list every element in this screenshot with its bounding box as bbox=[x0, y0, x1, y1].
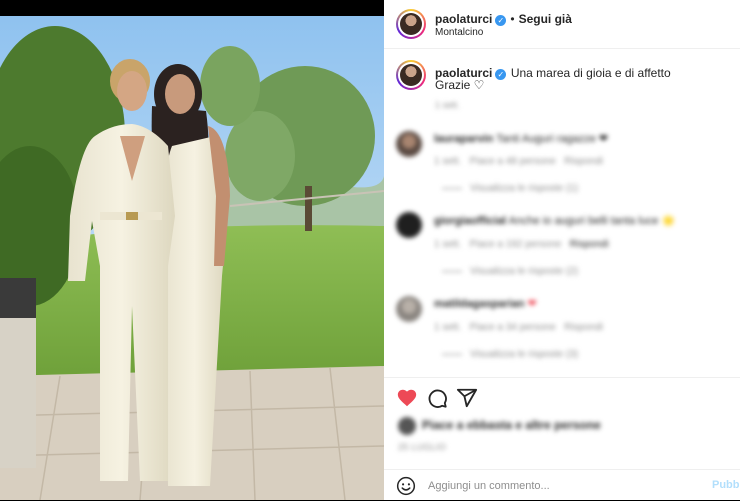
post-date: 25 LUGLIO bbox=[398, 442, 447, 452]
comment-time: 1 sett. bbox=[434, 322, 462, 333]
reply-button[interactable]: Rispondi bbox=[564, 156, 603, 167]
comment-avatar[interactable] bbox=[396, 212, 422, 238]
view-replies-button[interactable]: Visualizza le risposte (2) bbox=[470, 266, 578, 277]
comment-username[interactable]: matildagasparian bbox=[434, 298, 524, 310]
caption-avatar[interactable] bbox=[396, 60, 426, 90]
publish-button[interactable]: Pubbl bbox=[712, 479, 740, 491]
comment-text: Anche io auguri belli tanta luce 🌟 bbox=[508, 215, 676, 227]
caption-text: Una marea di gioia e di affetto bbox=[510, 66, 671, 80]
comment-time: 1 sett. bbox=[434, 239, 462, 250]
post-header: paolaturci ✓ • Segui già Montalcino bbox=[384, 0, 740, 49]
post-location[interactable]: Montalcino bbox=[435, 27, 483, 38]
add-comment-bar: Pubbl bbox=[384, 469, 740, 501]
separator-dot: • bbox=[510, 12, 515, 26]
comment-likes[interactable]: Piace a 34 persone bbox=[470, 322, 556, 333]
comment-likes[interactable]: Piace a 48 persone bbox=[470, 156, 556, 167]
comment-avatar[interactable] bbox=[396, 131, 422, 157]
comment-input[interactable] bbox=[426, 476, 710, 496]
likes-text: Piace a ebbasta e altre persone bbox=[422, 418, 601, 433]
reply-button[interactable]: Rispondi bbox=[570, 239, 609, 250]
author-avatar[interactable] bbox=[396, 9, 426, 39]
top-black-bar bbox=[0, 0, 384, 16]
caption-text-line2: Grazie ♡ bbox=[435, 78, 485, 92]
comment-item: matildagasparian ❤ 1 sett. Piace a 34 pe… bbox=[384, 293, 740, 369]
post-photo[interactable] bbox=[0, 16, 384, 500]
comment-username[interactable]: lauraparvin bbox=[434, 133, 493, 145]
verified-badge-icon: ✓ bbox=[495, 15, 507, 26]
comment-icon[interactable] bbox=[426, 387, 448, 409]
comment-time: 1 sett. bbox=[434, 156, 462, 167]
post-image bbox=[0, 16, 384, 500]
view-replies-button[interactable]: Visualizza le risposte (3) bbox=[470, 349, 578, 360]
comment-text: ❤ bbox=[527, 298, 537, 310]
view-replies-button[interactable]: Visualizza le risposte (1) bbox=[470, 183, 578, 194]
caption-time: 1 sett. bbox=[435, 100, 460, 110]
comment-avatar[interactable] bbox=[396, 296, 422, 322]
post-side-panel: paolaturci ✓ • Segui già Montalcino paolatu… bbox=[384, 0, 740, 500]
action-bar bbox=[384, 377, 740, 418]
comment-text: Tanti Auguri ragazze ❤ bbox=[496, 133, 609, 145]
reply-button[interactable]: Rispondi bbox=[564, 322, 603, 333]
heart-filled-icon[interactable] bbox=[396, 387, 418, 409]
comment-item: giorgiaofficial Anche io auguri belli ta… bbox=[384, 210, 740, 286]
share-icon[interactable] bbox=[456, 387, 478, 409]
comment-username[interactable]: giorgiaofficial bbox=[434, 215, 506, 227]
comment-item: lauraparvin Tanti Auguri ragazze ❤ 1 set… bbox=[384, 128, 740, 204]
following-button[interactable]: Segui già bbox=[519, 12, 572, 26]
likes-count[interactable]: Piace a ebbasta e altre persone bbox=[398, 417, 601, 435]
verified-badge-icon: ✓ bbox=[495, 69, 507, 80]
author-username[interactable]: paolaturci bbox=[435, 12, 492, 26]
caption: paolaturci ✓ Una marea di gioia e di affe… bbox=[384, 58, 740, 118]
emoji-icon[interactable] bbox=[396, 476, 416, 496]
comment-likes[interactable]: Piace a 192 persone bbox=[470, 239, 562, 250]
